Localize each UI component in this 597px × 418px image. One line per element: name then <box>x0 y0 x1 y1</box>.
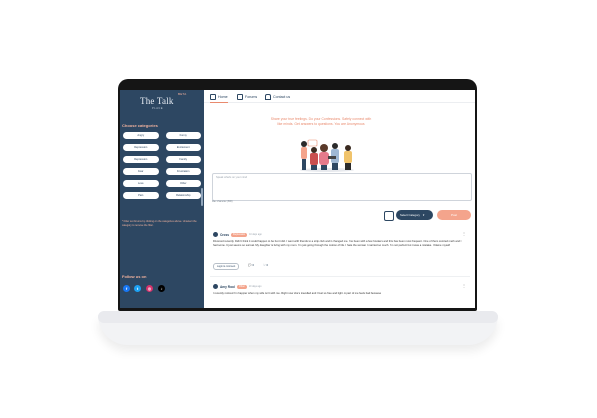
avatar <box>213 232 218 237</box>
avatar <box>213 284 218 289</box>
category-button[interactable]: Other <box>165 180 201 187</box>
post-body: Divorced recently. Didn't think it could… <box>213 240 462 247</box>
category-button[interactable]: Angry <box>123 132 159 139</box>
category-button[interactable]: Fear <box>123 168 159 175</box>
select-category-dropdown[interactable]: Select Category ▾ <box>396 210 433 220</box>
login-to-comment-button[interactable]: Login to comment <box>213 263 240 270</box>
comment-count[interactable]: 💬 0 <box>248 263 254 267</box>
post-card: Amy Rool Other 10 days ago ⋮ I recently … <box>210 282 470 308</box>
post-body: I recently noticed I'm happier when my w… <box>213 292 382 295</box>
facebook-icon[interactable]: f <box>123 285 130 292</box>
category-grid: Angry Funny Depression Excitement Depres… <box>123 132 201 199</box>
people-illustration <box>300 139 354 172</box>
heart-icon: ♡ <box>263 263 266 267</box>
categories-title: Choose categories <box>122 123 158 128</box>
instagram-icon[interactable]: ◎ <box>146 285 153 292</box>
category-button[interactable]: Frustration <box>165 168 201 175</box>
chevron-down-icon: ▾ <box>422 213 425 217</box>
headset-icon <box>265 94 271 100</box>
category-button[interactable]: Relationship <box>165 192 201 199</box>
post-category-tag[interactable]: Other <box>236 284 247 289</box>
image-upload-icon[interactable] <box>384 211 394 221</box>
category-filter-note: * Filter out forums by clicking on the c… <box>122 220 197 227</box>
app-logo[interactable]: The Talk BETA PLACE <box>140 92 188 114</box>
laptop-base <box>98 311 498 323</box>
twitter-icon[interactable]: t <box>134 285 141 292</box>
char-count: Max character (800) <box>212 201 233 203</box>
more-options-icon[interactable]: ⋮ <box>462 231 466 236</box>
nav-forums[interactable]: Forums <box>237 94 257 100</box>
post-textarea[interactable]: Speak what's on your mind <box>212 173 472 201</box>
post-card: Cross Depression 10 days ago ⋮ Divorced … <box>210 230 470 277</box>
post-category-tag[interactable]: Depression <box>231 232 248 237</box>
home-icon <box>210 94 216 100</box>
category-button[interactable]: Depression <box>123 144 159 151</box>
tiktok-icon[interactable]: ♪ <box>158 285 165 292</box>
app-screen: The Talk BETA PLACE Choose categories An… <box>120 90 475 308</box>
post-time: 10 days ago <box>249 233 262 236</box>
post-placeholder: Speak what's on your mind <box>216 176 248 179</box>
category-button[interactable]: Depression <box>123 156 159 163</box>
more-options-icon[interactable]: ⋮ <box>462 283 466 288</box>
category-button[interactable]: Family <box>165 156 201 163</box>
post-time: 10 days ago <box>248 285 262 288</box>
post-header: Cross Depression 10 days ago <box>213 232 262 237</box>
post-header: Amy Rool Other 10 days ago <box>213 284 261 289</box>
category-button[interactable]: Pain <box>123 192 159 199</box>
category-button[interactable]: Funny <box>165 132 201 139</box>
sidebar: The Talk BETA PLACE Choose categories An… <box>120 90 204 308</box>
post-author[interactable]: Cross <box>220 233 229 237</box>
like-count[interactable]: ♡ 0 <box>263 263 268 267</box>
category-button[interactable]: Excitement <box>165 144 201 151</box>
sidebar-scrollbar[interactable] <box>201 188 203 206</box>
beta-badge: BETA <box>178 92 187 96</box>
category-button[interactable]: Love <box>123 180 159 187</box>
logo-text: The Talk <box>140 96 174 106</box>
post-button[interactable]: Post <box>437 210 471 220</box>
hero-tagline: Share your true feelings. Do your Confes… <box>270 117 372 126</box>
top-navigation: Home Forums Contact us <box>204 90 475 103</box>
follow-us-title: Follow us on <box>122 274 147 279</box>
logo-subtitle: PLACE <box>152 107 164 110</box>
nav-home[interactable]: Home <box>210 94 228 103</box>
forums-icon <box>237 94 243 100</box>
post-author[interactable]: Amy Rool <box>220 285 235 289</box>
comment-icon: 💬 <box>248 263 252 267</box>
nav-contact-us[interactable]: Contact us <box>265 94 290 100</box>
